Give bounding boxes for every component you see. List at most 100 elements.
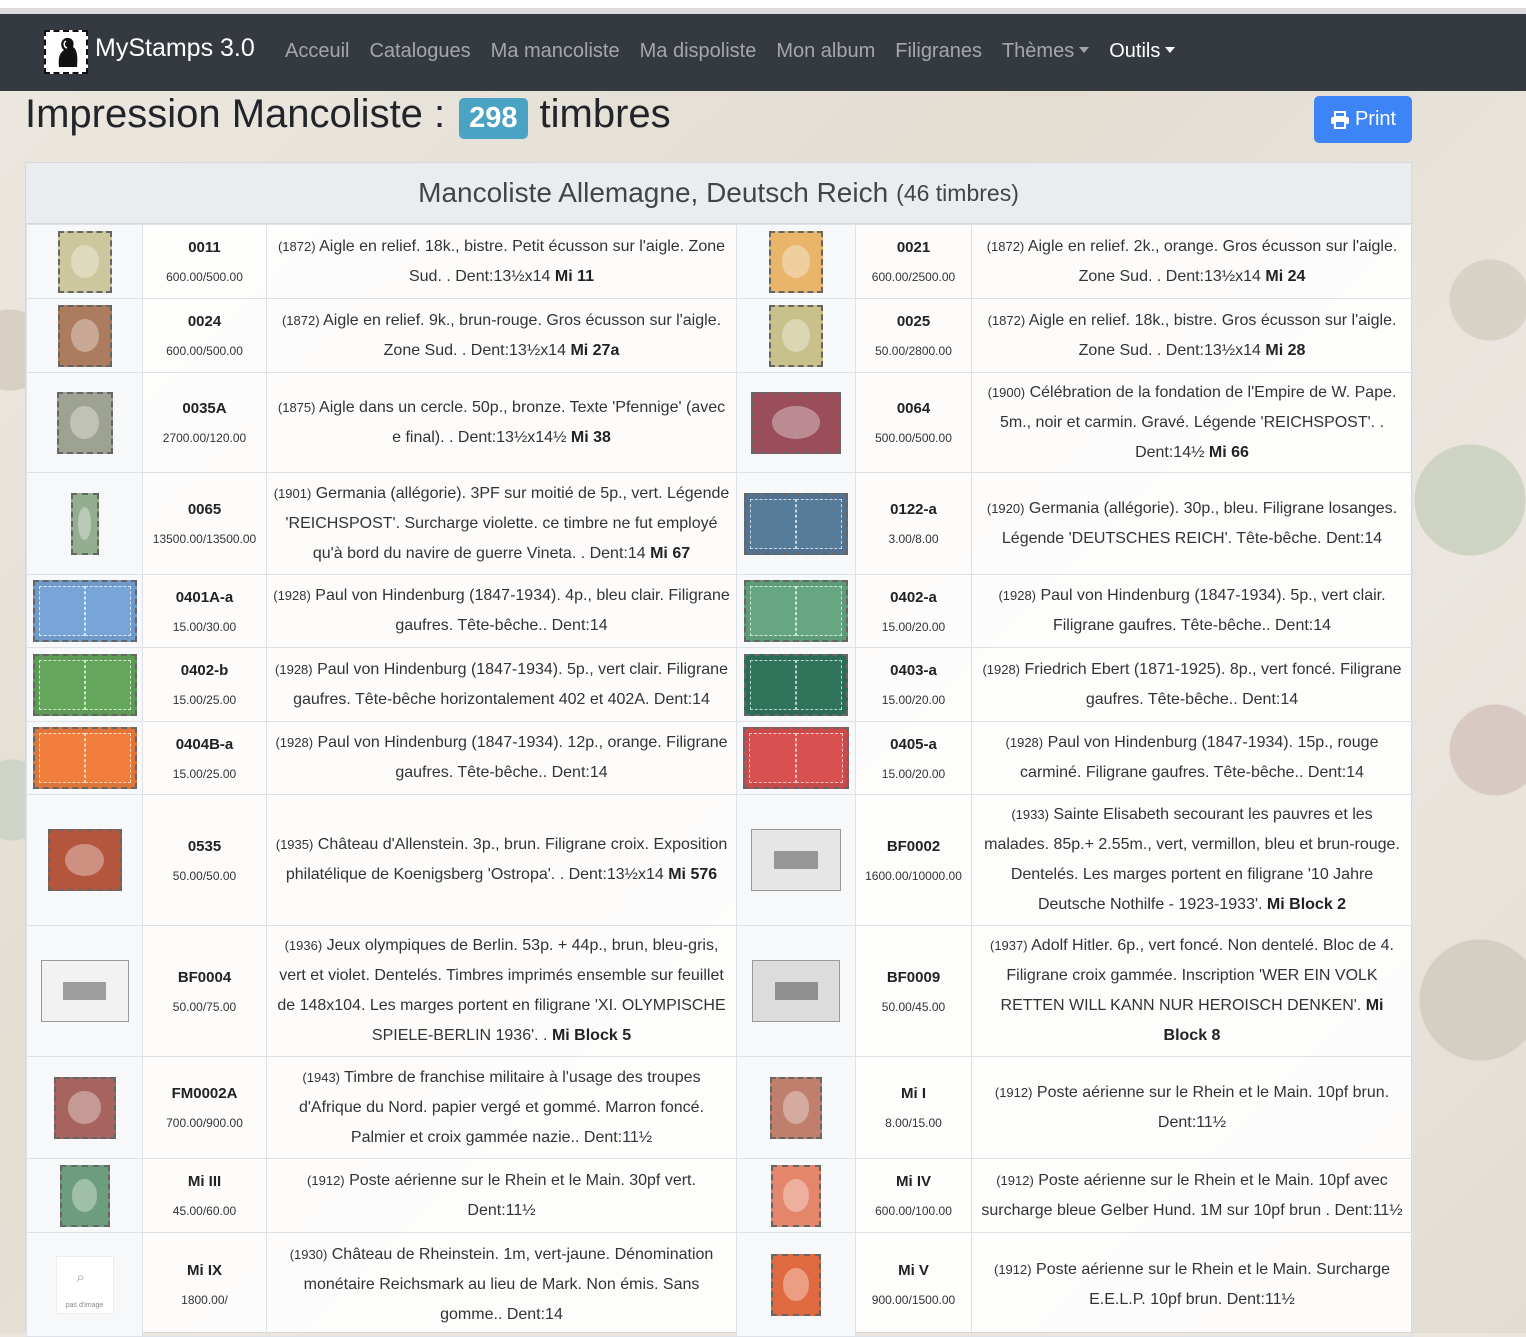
stamp-code-cell: 0404B-a 15.00/25.00: [142, 721, 267, 795]
stamp-thumbnail[interactable]: [53, 1076, 116, 1139]
stamp-thumbnail[interactable]: [32, 727, 137, 789]
nav-link-acceuil[interactable]: Acceuil: [285, 40, 349, 63]
stamp-thumbnail[interactable]: [744, 580, 848, 642]
brand-name[interactable]: MyStamps 3.0: [95, 34, 255, 63]
stamp-thumbnail[interactable]: [769, 230, 823, 293]
stamp-year: (1872): [987, 312, 1026, 328]
stamp-code-cell: Mi III 45.00/60.00: [142, 1158, 267, 1233]
stamp-price: 700.00/900.00: [166, 1116, 243, 1130]
stamp-price: 2700.00/120.00: [162, 431, 247, 445]
table-row: FM0002A 700.00/900.00 (1943) Timbre de fra…: [26, 1056, 1413, 1159]
stamp-year: (1901): [273, 485, 312, 501]
stamp-code-cell: 0403-a 15.00/20.00: [855, 647, 972, 722]
stamp-image-cell: [26, 472, 143, 575]
stamp-thumbnail[interactable]: [769, 304, 823, 367]
nav-link-catalogues[interactable]: Catalogues: [369, 40, 470, 63]
stamp-code: 0401A-a: [175, 588, 234, 606]
stamp-code-cell: BF0002 1600.00/10000.00: [855, 794, 972, 926]
michel-number: Mi 24: [1265, 267, 1306, 285]
navbar: MyStamps 3.0 Acceuil Catalogues Ma manco…: [0, 14, 1526, 91]
stamp-price: 1600.00/10000.00: [865, 868, 962, 883]
nav-link-ma-mancoliste[interactable]: Ma mancoliste: [491, 40, 620, 63]
michel-number: Mi 11: [554, 267, 595, 285]
stamp-code: Mi I: [901, 1085, 926, 1102]
stamp-thumbnail[interactable]: [59, 1164, 110, 1227]
stamp-description-cell: (1872) Aigle en relief. 2k., orange. Gro…: [971, 224, 1413, 299]
stamp-half: [38, 733, 85, 783]
stamp-thumbnail[interactable]: [771, 1253, 821, 1316]
stamp-thumbnail[interactable]: [40, 960, 129, 1022]
stamp-description-cell: (1900) Célébration de la fondation de l'…: [971, 372, 1413, 473]
stamp-code-cell: 0402-b 15.00/25.00: [142, 647, 267, 722]
stamp-description: Aigle dans un cercle. 50p., bronze. Text…: [319, 398, 726, 446]
stamp-image-cell: [736, 925, 856, 1057]
stamp-thumbnail[interactable]: [770, 1076, 822, 1139]
stamp-thumbnail[interactable]: [752, 960, 840, 1022]
panel-header: Mancoliste Allemagne, Deutsch Reich (46 …: [26, 163, 1411, 224]
nav-dropdown-themes[interactable]: Thèmes: [1002, 40, 1090, 63]
stamp-thumbnail[interactable]: [47, 829, 122, 891]
stamp-code: 0535: [187, 837, 222, 855]
stamp-thumbnail[interactable]: [743, 727, 849, 789]
stamp-description-cell: (1928) Paul von Hindenburg (1847-1934). …: [266, 721, 737, 795]
stamp-code-cell: Mi I 8.00/15.00: [855, 1056, 972, 1159]
stamp-description-cell: (1872) Aigle en relief. 18k., bistre. Gr…: [971, 298, 1413, 373]
stamp-code: BF0009: [886, 968, 941, 986]
stamp-description: Aigle en relief. 2k., orange. Gros écuss…: [1027, 237, 1398, 285]
print-button[interactable]: Print: [1314, 96, 1412, 143]
stamp-image-cell: [736, 1158, 856, 1233]
stamp-half: [38, 586, 85, 636]
stamp-thumbnail[interactable]: [744, 492, 848, 555]
stamp-thumbnail[interactable]: [57, 304, 112, 367]
stamp-half: [84, 586, 131, 636]
nav-dropdown-outils[interactable]: Outils: [1109, 40, 1176, 63]
stamp-image-cell: [736, 372, 856, 473]
stamp-thumbnail[interactable]: [32, 580, 137, 642]
stamp-price: 50.00/45.00: [881, 999, 946, 1014]
stamp-code-cell: Mi IV 600.00/100.00: [855, 1158, 972, 1233]
nav-link-ma-dispoliste[interactable]: Ma dispoliste: [640, 40, 757, 63]
stamp-code-cell: 0405-a 15.00/20.00: [855, 721, 972, 795]
stamp-thumbnail[interactable]: [771, 1164, 821, 1227]
nav-link-filigranes[interactable]: Filigranes: [895, 40, 982, 63]
stamp-thumbnail[interactable]: [744, 653, 848, 716]
stamp-image-cell: [26, 372, 143, 473]
stamp-price: 15.00/20.00: [881, 766, 946, 781]
stamp-description: Jeux olympiques de Berlin. 53p. + 44p., …: [277, 937, 726, 1044]
stamp-code-cell: 0024 600.00/500.00: [142, 298, 267, 373]
stamp-year: (1928): [275, 661, 313, 677]
stamp-year: (1912): [307, 1172, 345, 1188]
table-row: ⌕ pas d'image Mi IX 1800.00/ (1930) Château …: [26, 1232, 1413, 1337]
stamp-description: Célébration de la fondation de l'Empire …: [999, 383, 1397, 461]
stamp-logo-icon[interactable]: [44, 30, 88, 74]
stamp-description-cell: (1930) Château de Rheinstein. 1m, vert-j…: [266, 1232, 737, 1337]
stamp-code: 0035A: [182, 400, 227, 417]
table-row: 0065 13500.00/13500.00 (1901) Germania (al…: [26, 472, 1413, 575]
stamp-year: (1928): [1005, 735, 1044, 750]
michel-number: Mi 66: [1208, 443, 1249, 461]
stamp-thumbnail[interactable]: [751, 829, 841, 891]
stamp-description-cell: (1872) Aigle en relief. 9k., brun-rouge.…: [266, 298, 737, 373]
stamp-thumbnail[interactable]: [751, 391, 841, 454]
stamp-year: (1930): [289, 1246, 328, 1262]
michel-number: Mi Block 2: [1266, 896, 1347, 913]
stamp-code-cell: 0402-a 15.00/20.00: [855, 574, 972, 648]
page-title: Impression Mancoliste : 298 timbres: [25, 92, 671, 139]
stamp-description: Poste aérienne sur le Rhein et le Main. …: [349, 1171, 696, 1219]
stamp-thumbnail[interactable]: [56, 391, 113, 454]
stamp-description: Château de Rheinstein. 1m, vert-jaune. D…: [303, 1245, 714, 1323]
stamp-thumbnail[interactable]: [70, 492, 99, 555]
stamp-table: 0011 600.00/500.00 (1872) Aigle en relief.…: [26, 224, 1413, 1337]
stamp-thumbnail[interactable]: [57, 230, 112, 293]
stamp-code-cell: 0035A 2700.00/120.00: [142, 372, 267, 473]
nav-link-mon-album[interactable]: Mon album: [776, 40, 875, 63]
stamp-description-cell: (1912) Poste aérienne sur le Rhein et le…: [971, 1158, 1413, 1233]
stamp-description: Aigle en relief. 9k., brun-rouge. Gros é…: [323, 311, 722, 359]
stamp-code-cell: 0025 50.00/2800.00: [855, 298, 972, 373]
magnifier-icon: ⌕: [76, 1268, 85, 1286]
stamp-thumbnail[interactable]: [32, 653, 137, 716]
stamp-description: Friedrich Ebert (1871-1925). 8p., vert f…: [1024, 660, 1402, 708]
stamp-price: 15.00/20.00: [881, 693, 946, 707]
stamp-code: BF0002: [886, 837, 941, 855]
stamp-image-cell: [26, 1056, 143, 1159]
